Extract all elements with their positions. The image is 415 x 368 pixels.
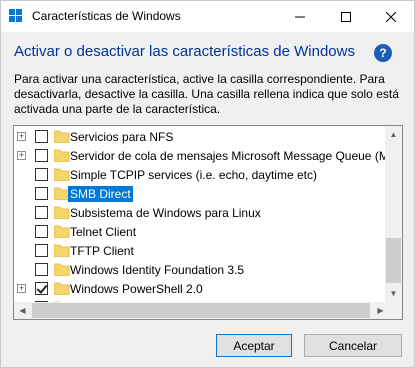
feature-row[interactable]: Windows Identity Foundation 3.5 xyxy=(14,260,389,279)
feature-checkbox[interactable] xyxy=(35,130,48,143)
expand-icon[interactable]: + xyxy=(17,151,26,160)
feature-checkbox[interactable] xyxy=(35,244,48,257)
page-title: Activar o desactivar las características… xyxy=(14,43,355,60)
ok-button[interactable]: Aceptar xyxy=(216,334,292,357)
windows-features-icon xyxy=(9,9,22,22)
feature-label: SMB Direct xyxy=(68,186,133,202)
horizontal-scrollbar[interactable]: ◀ ▶ xyxy=(14,302,389,319)
feature-label: Telnet Client xyxy=(70,225,137,239)
vertical-scroll-thumb[interactable] xyxy=(386,238,401,283)
close-icon xyxy=(386,11,396,22)
expand-icon[interactable]: + xyxy=(17,132,26,141)
horizontal-scroll-thumb[interactable] xyxy=(32,303,370,318)
features-list: + Servicios para NFS + Servidor de cola de … xyxy=(14,126,397,315)
scroll-up-icon[interactable]: ▲ xyxy=(385,126,402,143)
scroll-down-icon[interactable]: ▼ xyxy=(385,285,402,302)
help-icon[interactable]: ? xyxy=(374,44,392,62)
feature-label: TFTP Client xyxy=(70,244,134,258)
feature-checkbox[interactable] xyxy=(35,206,48,219)
feature-row[interactable]: + Windows PowerShell 2.0 xyxy=(14,279,389,298)
feature-checkbox[interactable] xyxy=(35,149,48,162)
feature-checkbox[interactable] xyxy=(35,263,48,276)
feature-row[interactable]: + Servicios para NFS xyxy=(14,127,389,146)
feature-label: Subsistema de Windows para Linux xyxy=(70,206,261,220)
cancel-button[interactable]: Cancelar xyxy=(304,334,402,357)
description-text: Para activar una característica, active … xyxy=(14,72,399,116)
feature-checkbox[interactable] xyxy=(35,282,48,295)
scroll-corner xyxy=(385,302,402,319)
close-button[interactable] xyxy=(368,1,414,32)
window-title: Características de Windows xyxy=(32,9,181,23)
feature-label: Servidor de cola de mensajes Microsoft M… xyxy=(70,149,397,163)
feature-label: Windows PowerShell 2.0 xyxy=(70,282,203,296)
feature-row[interactable]: + Servidor de cola de mensajes Microsoft … xyxy=(14,146,397,165)
vertical-scrollbar[interactable]: ▲ ▼ xyxy=(385,126,402,302)
feature-row[interactable]: Simple TCPIP services (i.e. echo, daytim… xyxy=(14,165,389,184)
feature-checkbox[interactable] xyxy=(35,225,48,238)
maximize-icon xyxy=(341,11,351,22)
feature-checkbox[interactable] xyxy=(35,168,48,181)
feature-row[interactable]: SMB Direct xyxy=(14,184,389,203)
feature-row[interactable]: Subsistema de Windows para Linux xyxy=(14,203,389,222)
expand-icon[interactable]: + xyxy=(17,284,26,293)
feature-label: Windows Identity Foundation 3.5 xyxy=(70,263,245,277)
scroll-left-icon[interactable]: ◀ xyxy=(14,302,31,319)
title-bar[interactable]: Características de Windows xyxy=(1,1,414,32)
minimize-icon xyxy=(295,16,305,17)
maximize-button[interactable] xyxy=(323,1,369,32)
feature-label: Servicios para NFS xyxy=(70,130,174,144)
minimize-button[interactable] xyxy=(277,1,323,32)
feature-checkbox[interactable] xyxy=(35,187,48,200)
features-tree[interactable]: + Servicios para NFS + Servidor de cola de … xyxy=(13,125,403,320)
dialog-window: Características de Windows Activar o des… xyxy=(0,0,415,368)
feature-row[interactable]: Telnet Client xyxy=(14,222,389,241)
feature-row[interactable]: TFTP Client xyxy=(14,241,389,260)
feature-label: Simple TCPIP services (i.e. echo, daytim… xyxy=(70,168,317,182)
